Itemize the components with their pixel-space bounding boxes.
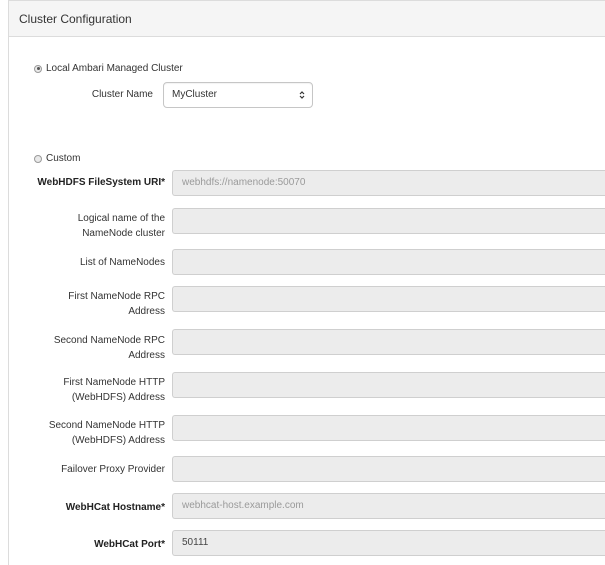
cluster-name-value: MyCluster [172,89,218,100]
webhdfs-uri-input[interactable]: webhdfs://namenode:50070 [172,170,605,196]
failover-label: Failover Proxy Provider [61,464,165,475]
first-rpc-label-line2: Address [128,306,165,317]
panel-header: Cluster Configuration [8,0,605,37]
webhcat-port-label: WebHCat Port* [94,539,165,550]
second-rpc-label-line1: Second NameNode RPC [53,335,165,346]
first-rpc-input[interactable] [172,286,605,312]
second-http-label-line1: Second NameNode HTTP [48,420,165,431]
second-rpc-label: Second NameNode RPC Address [54,333,165,363]
local-cluster-option[interactable]: Local Ambari Managed Cluster [34,63,183,74]
second-http-label-line2: (WebHDFS) Address [71,435,165,446]
failover-input[interactable] [172,456,605,482]
webhcat-port-input[interactable]: 50111 [172,530,605,556]
first-rpc-label: First NameNode RPC Address [68,289,165,319]
custom-option[interactable]: Custom [34,153,80,164]
webhcat-hostname-label: WebHCat Hostname* [65,502,165,513]
cluster-name-select[interactable]: MyCluster [163,82,313,108]
second-http-label: Second NameNode HTTP (WebHDFS) Address [49,418,165,448]
panel-title: Cluster Configuration [19,12,132,26]
logical-name-input[interactable] [172,208,605,234]
list-namenodes-input[interactable] [172,249,605,275]
second-rpc-input[interactable] [172,329,605,355]
local-cluster-radio[interactable] [34,64,42,73]
chevron-updown-icon [299,91,305,99]
first-http-input[interactable] [172,372,605,398]
first-http-label-line1: First NameNode HTTP [63,377,165,388]
webhcat-hostname-input[interactable]: webhcat-host.example.com [172,493,605,519]
cluster-name-label: Cluster Name [91,89,153,100]
first-rpc-label-line1: First NameNode RPC [68,291,165,302]
first-http-label-line2: (WebHDFS) Address [71,392,165,403]
logical-name-label-line2: NameNode cluster [82,228,165,239]
list-namenodes-label: List of NameNodes [79,257,165,268]
first-http-label: First NameNode HTTP (WebHDFS) Address [63,375,165,405]
local-cluster-label[interactable]: Local Ambari Managed Cluster [46,63,183,74]
webhdfs-uri-label: WebHDFS FileSystem URI* [37,177,165,188]
logical-name-label: Logical name of the NameNode cluster [78,211,165,241]
custom-radio[interactable] [34,154,42,163]
custom-label[interactable]: Custom [46,153,80,164]
second-rpc-label-line2: Address [128,350,165,361]
second-http-input[interactable] [172,415,605,441]
logical-name-label-line1: Logical name of the [77,213,165,224]
